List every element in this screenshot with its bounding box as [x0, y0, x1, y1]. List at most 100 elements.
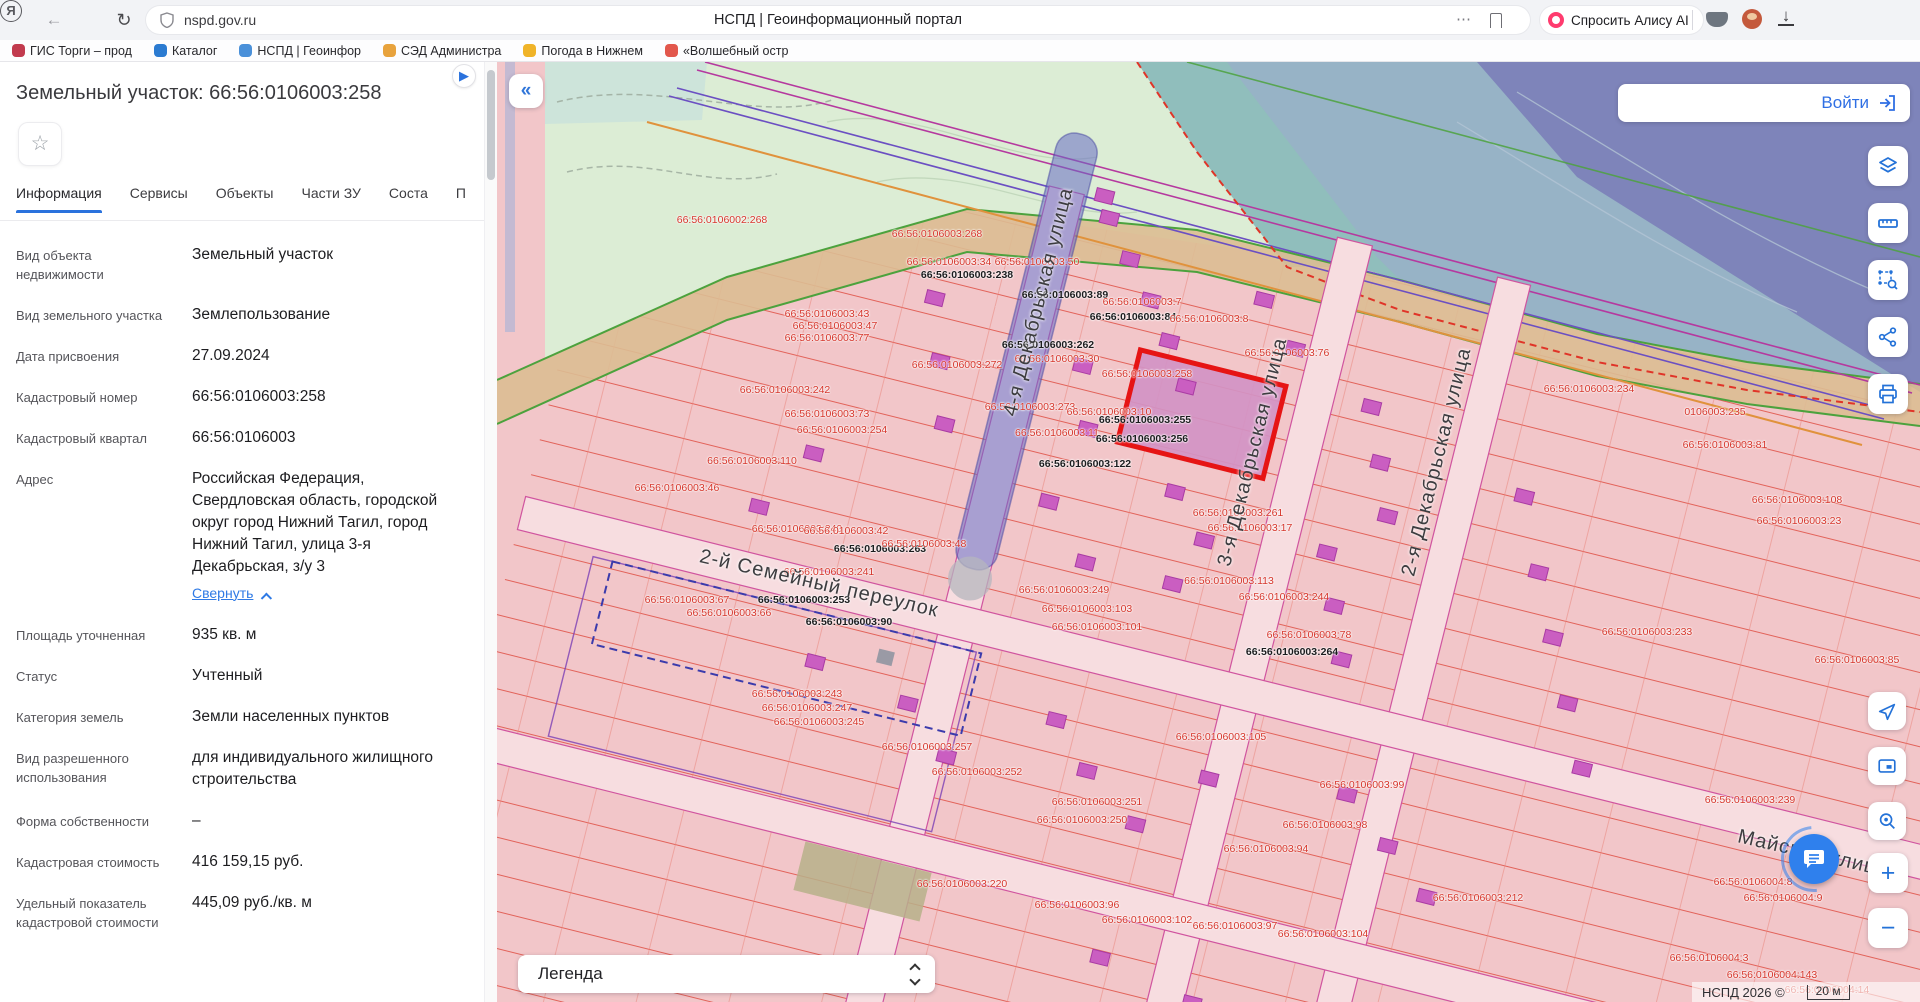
bookmark-item[interactable]: «Волшебный остр — [665, 44, 788, 58]
ruler-button[interactable] — [1868, 203, 1908, 243]
profile-avatar[interactable] — [1742, 9, 1762, 29]
bookmarks-bar: ГИС Торги – прод Каталог НСПД | Геоинфор СЭ… — [0, 40, 1920, 62]
panel-scrollbar[interactable] — [484, 62, 497, 1002]
layers-button[interactable] — [1868, 146, 1908, 186]
yandex-logo-icon[interactable]: Я — [0, 0, 22, 22]
panel-collapse-button[interactable]: « — [509, 74, 543, 108]
parcel-label: 66:56:0106003:250 — [1037, 814, 1128, 826]
downloads-icon[interactable]: ↓ — [1778, 7, 1794, 26]
parcel-label: 66:56:0106003:11 — [1015, 427, 1099, 439]
place-search-button[interactable] — [1868, 802, 1906, 840]
browser-toolbar: ← Я ↻ nspd.gov.ru НСПД | Геоинформационн… — [0, 0, 1920, 40]
parcel-label: 66:56:0106003:244 — [1239, 591, 1330, 603]
parcel-label: 66:56:0106003:77 — [785, 332, 870, 344]
parcel-label: 66:56:0106003:110 — [707, 455, 797, 467]
tab-П[interactable]: П — [456, 185, 466, 213]
parcel-label: 66:56:0106003:85 — [1815, 654, 1900, 666]
parcel-label: 66:56:0106003:23 — [1757, 515, 1842, 527]
bookmark-item[interactable]: НСПД | Геоинфор — [239, 44, 361, 58]
scrollbar-thumb[interactable] — [487, 70, 495, 180]
parcel-label: 66:56:0106003:256 — [1096, 433, 1188, 445]
parcel-label: 66:56:0106003:273 — [985, 401, 1076, 413]
field-value: – — [192, 810, 471, 832]
extension-icon[interactable] — [1706, 12, 1728, 27]
parcel-label: 66:56:0106004:143 — [1727, 969, 1818, 981]
field-label: Вид объекта недвижимости — [16, 244, 166, 285]
field-row: Вид земельного участкаЗемлепользование — [16, 304, 471, 326]
zoom-out-button[interactable]: − — [1868, 908, 1908, 948]
scale-bar: 20 м — [1807, 985, 1850, 1000]
parcel-label: 66:56:0106003:8 — [1170, 313, 1249, 325]
parcel-label: 66:56:0106003:108 — [1752, 494, 1843, 506]
reload-icon[interactable]: ↻ — [112, 8, 136, 32]
map-canvas[interactable]: 66:56:0106002:26866:56:0106003:26866:56:… — [497, 62, 1920, 1002]
parcel-label: 66:56:0106003:42 — [804, 525, 889, 537]
parcel-label: 66:56:0106003:67 — [645, 594, 730, 606]
field-label: Форма собственности — [16, 810, 166, 832]
spatial-search-button[interactable] — [1868, 260, 1908, 300]
parcel-label: 66:56:0106003:101 — [1052, 621, 1143, 633]
parcel-label: 66:56:0106003:96 — [1035, 899, 1120, 911]
field-row: Удельный показатель кадастровой стоимост… — [16, 892, 471, 933]
back-icon[interactable]: ← — [42, 8, 66, 32]
parcel-label: 66:56:0106003:81 — [1683, 439, 1768, 451]
field-row: Вид разрешенного использованиядля индиви… — [16, 747, 471, 791]
parcel-label: 66:56:0106003:251 — [1052, 796, 1143, 808]
parcel-label: 66:56:0106003:245 — [774, 716, 865, 728]
login-arrow-icon — [1878, 94, 1896, 112]
collapse-address-link[interactable]: Свернуть — [192, 584, 253, 604]
share-button[interactable] — [1868, 317, 1908, 357]
parcel-label: 66:56:0106003:239 — [1705, 794, 1796, 806]
parcel-label: 66:56:0106002:268 — [677, 214, 768, 226]
tab-Информация[interactable]: Информация — [16, 185, 102, 213]
address-bar[interactable]: nspd.gov.ru НСПД | Геоинформационный пор… — [146, 6, 1530, 34]
parcel-label: 66:56:0106004:3 — [1670, 952, 1749, 964]
parcel-label: 66:56:0106003:272 — [912, 359, 1003, 371]
field-label: Дата присвоения — [16, 345, 166, 367]
bookmark-item[interactable]: СЭД Администра — [383, 44, 501, 58]
field-value: 66:56:0106003:258 — [192, 386, 471, 408]
tab-Сервисы[interactable]: Сервисы — [130, 185, 188, 213]
field-value: Землепользование — [192, 304, 471, 326]
parcel-label: 66:56:0106003:78 — [1267, 629, 1352, 641]
bookmark-favicon — [12, 44, 25, 57]
login-button[interactable]: Войти — [1618, 84, 1910, 122]
field-value: 416 159,15 руб. — [192, 851, 471, 873]
parcel-label: 66:56:0106003:257 — [882, 741, 973, 753]
print-button[interactable] — [1868, 374, 1908, 414]
parcel-label: 66:56:0106003:113 — [1184, 575, 1274, 587]
parcel-label: 66:56:0106003:242 — [740, 384, 831, 396]
tab-Соста[interactable]: Соста — [389, 185, 428, 213]
addressbar-menu-icon[interactable]: ⋯ — [1456, 10, 1472, 28]
tab-Части ЗУ[interactable]: Части ЗУ — [301, 185, 360, 213]
bookmark-flag-icon[interactable] — [1490, 13, 1502, 28]
tab-Объекты[interactable]: Объекты — [216, 185, 274, 213]
parcel-label: 66:56:0106003:73 — [785, 408, 870, 420]
parcel-label: 66:56:0106003:102 — [1102, 914, 1193, 926]
tabs-scroll-right-button[interactable]: ▶ — [452, 64, 476, 88]
alice-icon — [1548, 12, 1564, 28]
field-label: Кадастровая стоимость — [16, 851, 166, 873]
parcel-label: 66:56:0106004:9 — [1744, 892, 1823, 904]
parcel-label: 66:56:0106003:99 — [1320, 779, 1405, 791]
field-label: Удельный показатель кадастровой стоимост… — [16, 892, 166, 933]
bookmark-favicon — [239, 44, 252, 57]
share-icon — [1876, 325, 1900, 349]
bookmark-item[interactable]: Погода в Нижнем — [523, 44, 643, 58]
alice-button[interactable]: Спросить Алису AI — [1540, 6, 1703, 34]
field-value: 27.09.2024 — [192, 345, 471, 367]
minimap-button[interactable] — [1868, 747, 1906, 785]
locate-me-button[interactable] — [1868, 692, 1906, 730]
legend-panel[interactable]: Легенда — [518, 955, 935, 993]
parcel-label: 66:56:0106004:8 — [1714, 876, 1793, 888]
zoom-in-button[interactable]: + — [1868, 853, 1908, 893]
favorite-star-button[interactable]: ☆ — [18, 122, 62, 166]
parcel-label: 66:56:0106003:212 — [1433, 892, 1524, 904]
print-icon — [1876, 382, 1900, 406]
parcel-label: 66:56:0106003:243 — [752, 688, 843, 700]
chat-button[interactable] — [1789, 834, 1839, 884]
parcel-label: 66:56:0106003:249 — [1019, 584, 1110, 596]
bookmark-item[interactable]: ГИС Торги – прод — [12, 44, 132, 58]
bookmark-favicon — [154, 44, 167, 57]
bookmark-item[interactable]: Каталог — [154, 44, 217, 58]
